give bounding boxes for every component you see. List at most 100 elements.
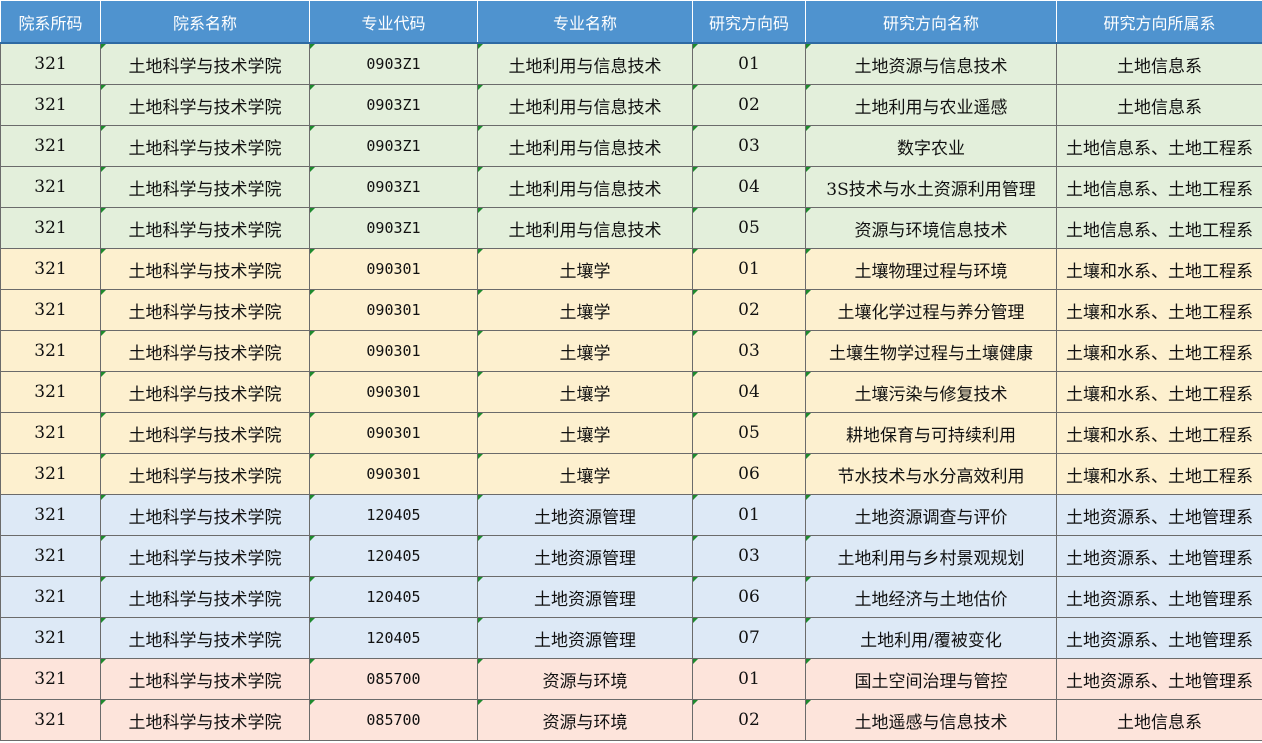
major-code-cell[interactable]: 090301 [309,330,478,372]
direction-code-cell[interactable]: 02 [692,84,806,126]
dept-name-cell[interactable]: 土地科学与技术学院 [100,699,310,741]
direction-dept-cell[interactable]: 土地信息系 [1056,699,1262,741]
direction-dept-cell[interactable]: 土壤和水系、土地工程系 [1056,289,1262,331]
major-name-cell[interactable]: 土地资源管理 [477,535,693,577]
major-name-cell[interactable]: 土地利用与信息技术 [477,207,693,249]
major-code-cell[interactable]: 0903Z1 [309,166,478,208]
major-name-cell[interactable]: 土地利用与信息技术 [477,166,693,208]
direction-code-cell[interactable]: 02 [692,289,806,331]
direction-code-cell[interactable]: 03 [692,330,806,372]
dept-name-cell[interactable]: 土地科学与技术学院 [100,125,310,167]
major-name-cell[interactable]: 土地利用与信息技术 [477,125,693,167]
major-code-cell[interactable]: 120405 [309,494,478,536]
direction-dept-cell[interactable]: 土地信息系 [1056,84,1262,126]
major-code-cell[interactable]: 090301 [309,371,478,413]
major-code-cell[interactable]: 085700 [309,658,478,700]
direction-name-cell[interactable]: 数字农业 [805,125,1057,167]
dept-code-cell[interactable]: 321 [0,125,101,167]
dept-name-cell[interactable]: 土地科学与技术学院 [100,535,310,577]
header-cell-dept-code[interactable]: 院系所码 [0,0,101,44]
direction-dept-cell[interactable]: 土地资源系、土地管理系 [1056,576,1262,618]
dept-name-cell[interactable]: 土地科学与技术学院 [100,166,310,208]
dept-code-cell[interactable]: 321 [0,453,101,495]
header-cell-major-name[interactable]: 专业名称 [477,0,693,44]
dept-name-cell[interactable]: 土地科学与技术学院 [100,84,310,126]
direction-name-cell[interactable]: 资源与环境信息技术 [805,207,1057,249]
direction-code-cell[interactable]: 04 [692,371,806,413]
direction-name-cell[interactable]: 土地利用与乡村景观规划 [805,535,1057,577]
header-cell-direction-name[interactable]: 研究方向名称 [805,0,1057,44]
direction-dept-cell[interactable]: 土壤和水系、土地工程系 [1056,330,1262,372]
major-name-cell[interactable]: 资源与环境 [477,658,693,700]
major-code-cell[interactable]: 0903Z1 [309,207,478,249]
direction-code-cell[interactable]: 07 [692,617,806,659]
dept-code-cell[interactable]: 321 [0,576,101,618]
major-name-cell[interactable]: 土地利用与信息技术 [477,84,693,126]
dept-code-cell[interactable]: 321 [0,371,101,413]
direction-name-cell[interactable]: 节水技术与水分高效利用 [805,453,1057,495]
header-cell-dept-name[interactable]: 院系名称 [100,0,310,44]
direction-name-cell[interactable]: 土地资源与信息技术 [805,42,1057,85]
dept-code-cell[interactable]: 321 [0,412,101,454]
direction-name-cell[interactable]: 耕地保育与可持续利用 [805,412,1057,454]
direction-code-cell[interactable]: 05 [692,412,806,454]
dept-code-cell[interactable]: 321 [0,166,101,208]
direction-dept-cell[interactable]: 土地资源系、土地管理系 [1056,658,1262,700]
direction-dept-cell[interactable]: 土地资源系、土地管理系 [1056,494,1262,536]
major-name-cell[interactable]: 土地资源管理 [477,494,693,536]
major-code-cell[interactable]: 120405 [309,617,478,659]
major-name-cell[interactable]: 土壤学 [477,371,693,413]
direction-code-cell[interactable]: 06 [692,453,806,495]
major-code-cell[interactable]: 0903Z1 [309,125,478,167]
major-name-cell[interactable]: 土壤学 [477,330,693,372]
dept-name-cell[interactable]: 土地科学与技术学院 [100,42,310,85]
major-code-cell[interactable]: 0903Z1 [309,42,478,85]
direction-dept-cell[interactable]: 土地资源系、土地管理系 [1056,535,1262,577]
major-name-cell[interactable]: 土壤学 [477,453,693,495]
direction-code-cell[interactable]: 01 [692,494,806,536]
direction-dept-cell[interactable]: 土地信息系 [1056,42,1262,85]
major-code-cell[interactable]: 090301 [309,412,478,454]
direction-code-cell[interactable]: 01 [692,42,806,85]
direction-dept-cell[interactable]: 土壤和水系、土地工程系 [1056,412,1262,454]
direction-name-cell[interactable]: 土地利用与农业遥感 [805,84,1057,126]
major-code-cell[interactable]: 120405 [309,576,478,618]
dept-code-cell[interactable]: 321 [0,617,101,659]
direction-name-cell[interactable]: 土地经济与土地估价 [805,576,1057,618]
major-code-cell[interactable]: 085700 [309,699,478,741]
dept-code-cell[interactable]: 321 [0,330,101,372]
direction-name-cell[interactable]: 3S技术与水土资源利用管理 [805,166,1057,208]
direction-code-cell[interactable]: 02 [692,699,806,741]
direction-name-cell[interactable]: 土壤物理过程与环境 [805,248,1057,290]
dept-code-cell[interactable]: 321 [0,289,101,331]
dept-name-cell[interactable]: 土地科学与技术学院 [100,453,310,495]
direction-name-cell[interactable]: 国土空间治理与管控 [805,658,1057,700]
major-code-cell[interactable]: 090301 [309,453,478,495]
dept-code-cell[interactable]: 321 [0,42,101,85]
direction-dept-cell[interactable]: 土壤和水系、土地工程系 [1056,371,1262,413]
major-code-cell[interactable]: 0903Z1 [309,84,478,126]
major-name-cell[interactable]: 土地利用与信息技术 [477,42,693,85]
direction-name-cell[interactable]: 土壤污染与修复技术 [805,371,1057,413]
direction-code-cell[interactable]: 03 [692,125,806,167]
header-cell-direction-dept[interactable]: 研究方向所属系 [1056,0,1262,44]
direction-code-cell[interactable]: 03 [692,535,806,577]
dept-name-cell[interactable]: 土地科学与技术学院 [100,371,310,413]
direction-code-cell[interactable]: 01 [692,248,806,290]
major-name-cell[interactable]: 土壤学 [477,248,693,290]
direction-name-cell[interactable]: 土地资源调查与评价 [805,494,1057,536]
major-name-cell[interactable]: 土壤学 [477,289,693,331]
major-code-cell[interactable]: 120405 [309,535,478,577]
direction-dept-cell[interactable]: 土地信息系、土地工程系 [1056,166,1262,208]
direction-dept-cell[interactable]: 土地资源系、土地管理系 [1056,617,1262,659]
dept-code-cell[interactable]: 321 [0,84,101,126]
direction-code-cell[interactable]: 01 [692,658,806,700]
dept-code-cell[interactable]: 321 [0,699,101,741]
direction-dept-cell[interactable]: 土地信息系、土地工程系 [1056,207,1262,249]
major-name-cell[interactable]: 土地资源管理 [477,576,693,618]
dept-name-cell[interactable]: 土地科学与技术学院 [100,494,310,536]
direction-name-cell[interactable]: 土地遥感与信息技术 [805,699,1057,741]
major-code-cell[interactable]: 090301 [309,248,478,290]
dept-name-cell[interactable]: 土地科学与技术学院 [100,576,310,618]
direction-code-cell[interactable]: 04 [692,166,806,208]
